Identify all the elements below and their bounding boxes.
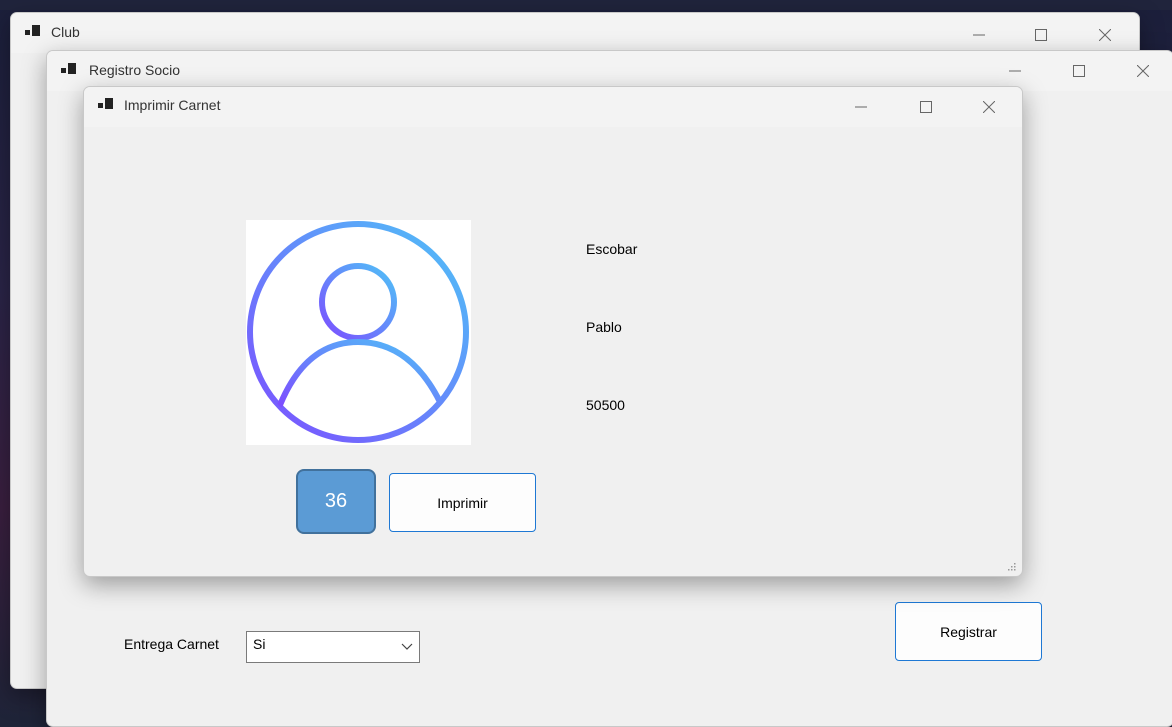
apellido-label: Escobar [586, 241, 638, 257]
minimize-icon[interactable] [841, 92, 881, 122]
imprimir-button[interactable]: Imprimir [389, 473, 536, 532]
entrega-carnet-value: Si [253, 636, 266, 652]
app-window-icon [61, 63, 77, 77]
chevron-down-icon[interactable] [401, 640, 413, 656]
club-titlebar[interactable]: Club [11, 13, 1139, 53]
maximize-icon[interactable] [906, 92, 946, 122]
minimize-icon[interactable] [959, 20, 999, 50]
maximize-icon[interactable] [1021, 20, 1061, 50]
imprimir-carnet-window: Imprimir Carnet Escobar Pablo 50500 36 I… [83, 86, 1023, 577]
carnet-count-badge: 36 [296, 469, 376, 534]
nombre-label: Pablo [586, 319, 622, 335]
desktop-strip [0, 0, 1172, 10]
app-window-icon [25, 25, 41, 39]
registro-titlebar[interactable]: Registro Socio [47, 51, 1172, 91]
imprimir-title: Imprimir Carnet [124, 97, 221, 113]
user-avatar-icon [247, 221, 469, 443]
club-title: Club [51, 24, 80, 40]
registrar-button[interactable]: Registrar [895, 602, 1042, 661]
close-icon[interactable] [1123, 56, 1163, 86]
registro-title: Registro Socio [89, 62, 181, 78]
imprimir-titlebar[interactable]: Imprimir Carnet [84, 87, 1022, 127]
app-window-icon [98, 98, 114, 112]
minimize-icon[interactable] [995, 56, 1035, 86]
entrega-carnet-select[interactable]: Si [246, 631, 420, 663]
resize-grip-icon[interactable] [1006, 560, 1016, 571]
numero-label: 50500 [586, 397, 625, 413]
close-icon[interactable] [969, 92, 1009, 122]
photo-box [246, 220, 471, 445]
entrega-carnet-label: Entrega Carnet [124, 636, 219, 652]
maximize-icon[interactable] [1059, 56, 1099, 86]
close-icon[interactable] [1085, 20, 1125, 50]
